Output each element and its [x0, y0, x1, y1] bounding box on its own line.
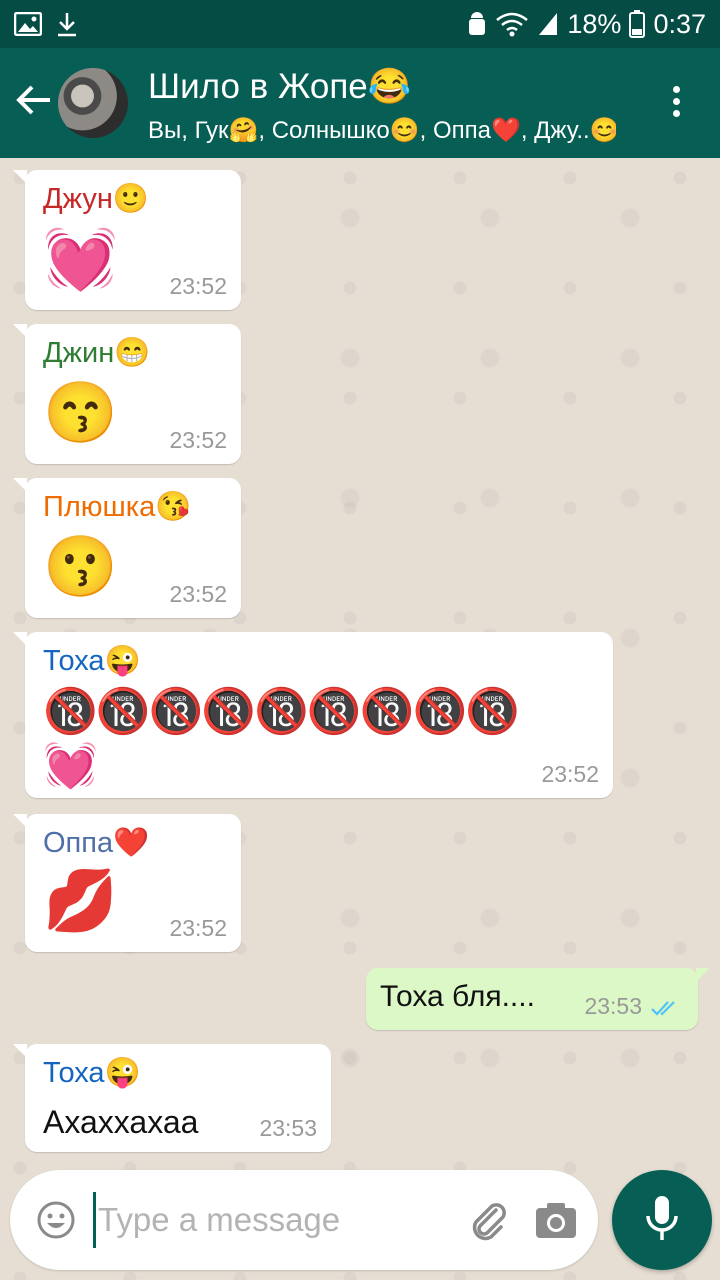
microphone-icon: [646, 1196, 678, 1240]
signal-icon: [539, 13, 558, 35]
back-arrow-icon[interactable]: [14, 80, 54, 120]
message-bubble[interactable]: Оппа❤️ 💋 23:52: [13, 814, 241, 952]
voice-record-button[interactable]: [612, 1170, 712, 1270]
overflow-menu-icon[interactable]: [660, 82, 692, 126]
sender-name: Джин😁: [43, 337, 151, 369]
message-time: 23:52: [169, 273, 227, 299]
status-left: [14, 11, 78, 37]
message-bubble[interactable]: Тоха😜 Ахаххахаа 23:53: [13, 1044, 331, 1152]
message-emoji: 💓: [43, 225, 118, 292]
sender-name: Оппа❤️: [43, 827, 150, 859]
battery-icon: [629, 10, 646, 38]
message-text: Ахаххахаа: [43, 1104, 199, 1140]
chat-header: Шило в Жопе😂 Вы, Гук🤗, Солнышко😊, Оппа❤️…: [0, 48, 720, 158]
message-text: Тоха бля....: [380, 980, 535, 1013]
message-emoji: 😙: [43, 379, 118, 446]
message-time: 23:52: [169, 427, 227, 453]
group-avatar[interactable]: [58, 68, 128, 138]
emoji-icon[interactable]: [36, 1200, 76, 1240]
message-time: 23:52: [541, 761, 599, 787]
message-time: 23:52: [169, 581, 227, 607]
sender-name: Джун🙂: [43, 183, 149, 215]
group-members[interactable]: Вы, Гук🤗, Солнышко😊, Оппа❤️, Джу..😊: [148, 116, 616, 145]
outgoing-message-bubble[interactable]: Тоха бля.... 23:53: [366, 968, 710, 1030]
chat-area[interactable]: Джун🙂 💓 23:52 Джин😁 😙 23:52 Плюшка😘 😗 23…: [0, 158, 720, 1280]
sender-name: Плюшка😘: [43, 491, 192, 523]
message-bubble[interactable]: Джин😁 😙 23:52: [13, 324, 241, 464]
android-icon: [469, 12, 486, 35]
message-time: 23:53: [259, 1115, 317, 1141]
message-time: 23:53: [584, 993, 642, 1019]
message-emoji: 😗: [43, 533, 118, 600]
message-input[interactable]: [98, 1194, 448, 1246]
download-icon: [58, 13, 76, 37]
message-bubble[interactable]: Плюшка😘 😗 23:52: [13, 478, 241, 618]
read-receipt-icon: [651, 1001, 675, 1016]
wifi-icon: [496, 12, 529, 37]
message-emoji: 💋: [43, 867, 118, 934]
message-emoji: 💓: [43, 741, 98, 790]
sender-name: Тоха😜: [43, 645, 141, 677]
battery-percent: 18%: [567, 8, 622, 39]
camera-icon[interactable]: [534, 1200, 578, 1240]
paperclip-icon[interactable]: [466, 1198, 510, 1242]
message-composer: [10, 1170, 598, 1270]
message-bubble[interactable]: Тоха😜 🔞🔞🔞🔞🔞🔞🔞🔞🔞 💓 23:52: [13, 632, 613, 798]
message-bubble[interactable]: Джун🙂 💓 23:52: [13, 170, 241, 310]
status-bar: 18% 0:37: [0, 0, 720, 48]
image-icon: [14, 12, 42, 36]
message-emoji-row: 🔞🔞🔞🔞🔞🔞🔞🔞🔞: [43, 687, 520, 736]
clock: 0:37: [653, 8, 706, 39]
sender-name: Тоха😜: [43, 1057, 141, 1089]
group-title[interactable]: Шило в Жопе😂: [148, 66, 411, 107]
status-right: 18% 0:37: [467, 9, 706, 40]
message-time: 23:52: [169, 915, 227, 941]
text-cursor: [93, 1192, 96, 1248]
